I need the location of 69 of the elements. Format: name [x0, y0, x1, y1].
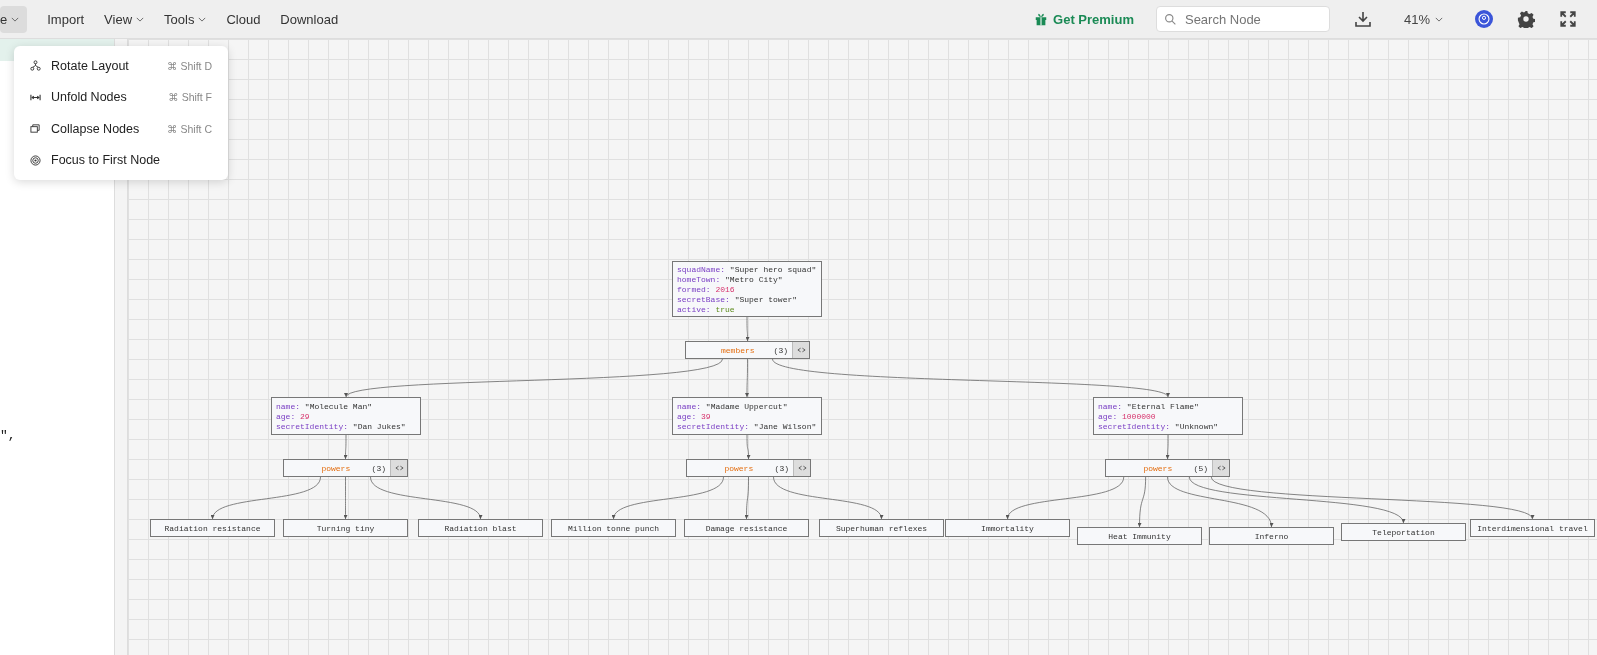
shortcut-text: ⌘ Shift C [167, 122, 212, 135]
value-node[interactable]: Immortality [945, 519, 1070, 537]
object-node[interactable]: name: "Eternal Flame" age: 1000000 secretIdentity: "Unknown" [1093, 397, 1243, 435]
value-node[interactable]: Damage resistance [684, 519, 809, 537]
fullscreen-icon[interactable] [1559, 10, 1577, 28]
caret-icon [11, 16, 20, 22]
value-node[interactable]: Radiation blast [418, 519, 543, 537]
download-icon[interactable] [1353, 10, 1372, 28]
code-brackets-icon [1216, 465, 1226, 471]
menu-button[interactable]: Cloud [218, 5, 269, 33]
item-count: (3) [371, 463, 386, 473]
array-key: powers [284, 463, 372, 473]
item-count: (3) [774, 463, 789, 473]
tree-icon [30, 60, 41, 72]
item-count: (3) [773, 345, 788, 355]
menu-item[interactable]: Unfold Nodes ⌘ Shift F [14, 81, 228, 113]
value-node[interactable]: Heat Immunity [1077, 527, 1202, 545]
code-brackets-icon [796, 347, 806, 353]
premium-button[interactable]: Get Premium [1028, 10, 1140, 28]
array-node[interactable]: powers (3) [686, 459, 811, 477]
object-node[interactable]: name: "Madame Uppercut" age: 39 secretIdentity: "Jane Wilson" [672, 397, 822, 435]
value-node[interactable]: Superhuman reflexes [819, 519, 944, 537]
object-node[interactable]: squadName: "Super hero squad" homeTown: "Metro City" formed: 2016 secretBase: "Super tower" active: true [672, 261, 822, 317]
array-node[interactable]: powers (5) [1105, 459, 1230, 477]
zoom-dropdown[interactable]: 41% [1397, 10, 1449, 28]
shortcut-text: ⌘ Shift D [167, 59, 212, 72]
layers-icon [30, 123, 41, 135]
menu-button[interactable]: View [96, 5, 153, 33]
array-node[interactable]: powers (3) [283, 459, 408, 477]
shortcut-text: ⌘ Shift F [168, 91, 212, 104]
caret-icon [1435, 16, 1443, 22]
menu-button[interactable]: Download [272, 5, 347, 33]
collapse-toggle[interactable] [792, 342, 809, 358]
avatar-icon[interactable] [1475, 10, 1493, 28]
array-key: powers [1106, 463, 1194, 473]
gift-icon [1034, 12, 1049, 26]
value-node[interactable]: Inferno [1209, 527, 1334, 545]
menu-label: Unfold Nodes [51, 90, 128, 105]
menu-label: Rotate Layout [51, 58, 130, 73]
menu-button[interactable]: e [0, 5, 28, 33]
value-node[interactable]: Turning tiny [283, 519, 408, 537]
settings-icon[interactable] [1517, 10, 1535, 28]
menu-label: Collapse Nodes [51, 121, 141, 136]
menu-button[interactable]: Tools [156, 5, 215, 33]
object-node[interactable]: name: "Molecule Man" age: 29 secretIdentity: "Dan Jukes" [271, 397, 421, 435]
item-count: (5) [1193, 463, 1208, 473]
array-key: powers [687, 463, 775, 473]
target-icon [30, 154, 41, 166]
value-node[interactable]: Teleportation [1341, 523, 1466, 541]
menu-item[interactable]: Collapse Nodes ⌘ Shift C [14, 113, 228, 145]
search-icon [1163, 13, 1177, 26]
menu-item[interactable]: Focus to First Node [14, 144, 228, 176]
menu-item[interactable]: Rotate Layout ⌘ Shift D [14, 50, 228, 82]
code-text: ", [0, 428, 16, 443]
search-field[interactable]: Search Node [1155, 6, 1330, 32]
collapse-toggle[interactable] [1212, 460, 1229, 476]
collapse-toggle[interactable] [390, 460, 407, 476]
caret-icon [136, 16, 145, 22]
array-node[interactable]: members (3) [685, 341, 810, 359]
value-node[interactable]: Interdimensional travel [1470, 519, 1595, 537]
array-key: members [686, 345, 774, 355]
code-brackets-icon [394, 465, 404, 471]
menu-button[interactable]: Import [39, 5, 93, 33]
caret-icon [198, 16, 207, 22]
value-node[interactable]: Radiation resistance [150, 519, 275, 537]
code-brackets-icon [797, 465, 807, 471]
menu-label: Focus to First Node [51, 153, 162, 168]
collapse-toggle[interactable] [793, 460, 810, 476]
value-node[interactable]: Million tonne punch [551, 519, 676, 537]
